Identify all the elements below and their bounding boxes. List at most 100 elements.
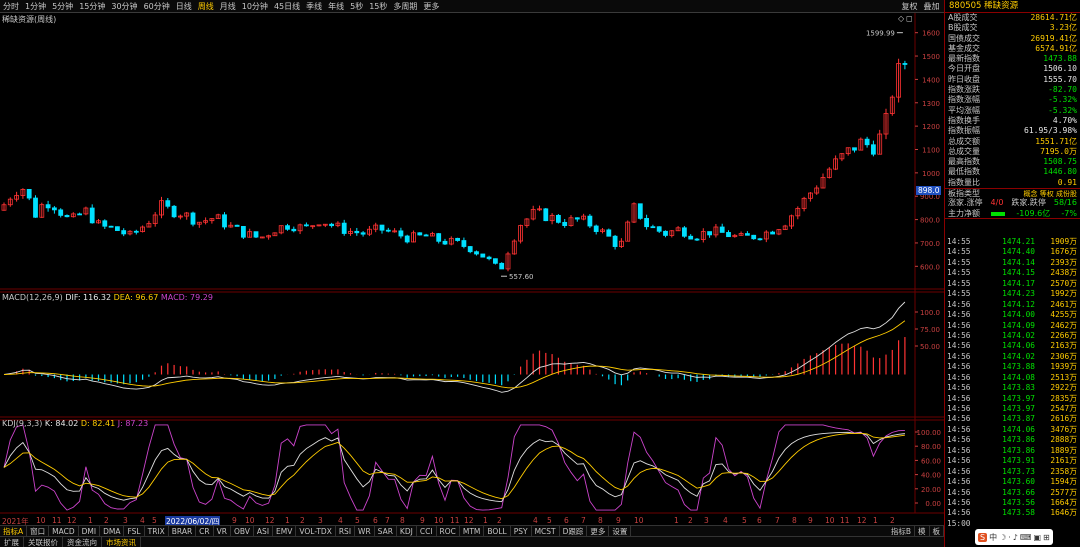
period-tab[interactable]: 年线 [325,0,347,13]
indicator-tab-right[interactable]: 指标B [888,526,915,536]
period-tab[interactable]: 周线 [195,0,217,13]
indicator-tab[interactable]: MACD [49,526,79,536]
tick-row[interactable]: 14:55 1474.14 2393万 [945,258,1080,268]
indicator-tab-right[interactable]: 模 [915,526,930,536]
candle-body [467,246,473,253]
indicator-tab[interactable]: D跟踪 [560,526,588,536]
indicator-tab[interactable]: VR [214,526,231,536]
indicator-tab[interactable]: TRIX [145,526,169,536]
tick-row[interactable]: 15:00 [945,519,1080,529]
price-axis-label: 1300 [922,100,940,108]
chart-settings-icon[interactable]: ◇ [898,14,904,23]
indicator-tab[interactable]: MCST [532,526,560,536]
tick-row[interactable]: 14:56 1474.09 2462万 [945,321,1080,331]
indicator-tab[interactable]: ASI [254,526,274,536]
price-axis-label: 800.0 [920,217,940,225]
period-tab[interactable]: 分时 [0,0,22,13]
indicator-tab[interactable]: MTM [460,526,485,536]
tick-row[interactable]: 14:56 1474.12 2461万 [945,300,1080,310]
period-tab[interactable]: 5分钟 [49,0,76,13]
tick-row[interactable]: 14:56 1474.06 3476万 [945,425,1080,435]
input-method-badge[interactable]: S 中 ☽ · ♪ ⌨ ▣ ⊞ [975,529,1053,545]
period-tab[interactable]: 1分钟 [22,0,49,13]
tick-row[interactable]: 14:56 1474.02 2266万 [945,331,1080,341]
info-tab[interactable]: 市场资讯 [102,537,141,547]
tick-row[interactable]: 14:56 1474.06 2163万 [945,341,1080,351]
quote-label: 平均涨幅 [948,105,980,115]
period-tab[interactable]: 45日线 [271,0,303,13]
chart-area[interactable]: 1600 1500 1400 1300 1200 1100 1000 900.0 800.0 70… [0,13,944,514]
tick-price: 1473.60 [1002,477,1035,487]
tick-volume: 1909万 [1050,237,1077,246]
period-tab[interactable]: 60分钟 [141,0,173,13]
toolbar-action[interactable]: 叠加 [921,0,943,13]
price-axis-label: 1000 [922,170,940,178]
tick-row[interactable]: 14:56 1473.60 1594万 [945,477,1080,487]
indicator-tab[interactable]: 设置 [609,526,632,536]
indicator-tab[interactable]: BRAR [169,526,197,536]
tick-row[interactable]: 14:56 1473.86 1889万 [945,446,1080,456]
indicator-tab[interactable]: OBV [231,526,254,536]
tick-time: 14:55 [947,268,971,278]
indicator-tab[interactable]: 更多 [587,526,610,536]
tick-row[interactable]: 14:56 1474.08 2513万 [945,373,1080,383]
indicator-tab[interactable]: PSY [511,526,532,536]
indicator-tab[interactable]: RSI [336,526,356,536]
tick-row[interactable]: 14:56 1473.97 2547万 [945,404,1080,414]
tick-row[interactable]: 14:56 1473.88 1939万 [945,362,1080,372]
tick-row[interactable]: 14:55 1474.17 2570万 [945,279,1080,289]
indicator-tab[interactable]: DMA [100,526,125,536]
tick-list[interactable]: 14:55 1474.21 1909万 14:55 1474.40 1676万 14:55 1… [945,237,1080,529]
indicator-tab[interactable]: 指标A [0,526,28,536]
period-tab[interactable]: 日线 [173,0,195,13]
indicator-tab[interactable]: CR [196,526,214,536]
period-tab[interactable]: 30分钟 [108,0,140,13]
period-tab[interactable]: 季线 [303,0,325,13]
period-tab[interactable]: 10分钟 [239,0,271,13]
indicator-tab[interactable]: 窗口 [27,526,50,536]
tick-row[interactable]: 14:56 1473.66 2577万 [945,488,1080,498]
tick-row[interactable]: 14:55 1474.21 1909万 [945,237,1080,247]
indicator-tab[interactable]: FSL [124,526,145,536]
candle-body [102,220,108,227]
time-axis-label: 7 [581,516,586,525]
kline-chart[interactable]: 1600150014001300120011001000900.0800.070… [0,13,944,516]
tick-row[interactable]: 14:55 1474.40 1676万 [945,247,1080,257]
period-tab[interactable]: 5秒 [347,0,366,13]
indicator-tab[interactable]: VOL-TDX [296,526,336,536]
tick-row[interactable]: 14:55 1474.23 1992万 [945,289,1080,299]
period-tab[interactable]: 15秒 [366,0,390,13]
toolbar-action[interactable]: 复权 [899,0,921,13]
tick-row[interactable]: 14:56 1473.56 1664万 [945,498,1080,508]
period-tab[interactable]: 更多 [420,0,442,13]
class-links[interactable]: 概念 等权 成份股 [1024,189,1077,198]
indicator-tab[interactable]: EMV [273,526,297,536]
indicator-tab[interactable]: SAR [375,526,397,536]
tick-row[interactable]: 14:56 1473.58 1646万 [945,508,1080,518]
tick-row[interactable]: 14:56 1473.73 2358万 [945,467,1080,477]
period-tab[interactable]: 15分钟 [76,0,108,13]
indicator-tab[interactable]: DMI [79,526,101,536]
period-tab[interactable]: 月线 [217,0,239,13]
indicator-tab[interactable]: WR [355,526,375,536]
quote-label: 指数换手 [948,115,980,125]
tick-row[interactable]: 14:55 1474.15 2438万 [945,268,1080,278]
chart-expand-icon[interactable]: ◻ [906,14,913,23]
tick-row[interactable]: 14:56 1473.86 2888万 [945,435,1080,445]
tick-row[interactable]: 14:56 1473.83 2922万 [945,383,1080,393]
tick-row[interactable]: 14:56 1473.97 2835万 [945,394,1080,404]
tick-row[interactable]: 14:56 1473.87 2616万 [945,414,1080,424]
indicator-tab[interactable]: ROC [437,526,460,536]
indicator-tab[interactable]: CCI [417,526,437,536]
info-tab[interactable]: 资金流向 [63,537,102,547]
period-tab[interactable]: 多周期 [390,0,420,13]
tick-row[interactable]: 14:56 1473.91 2161万 [945,456,1080,466]
tick-row[interactable]: 14:56 1474.00 4255万 [945,310,1080,320]
indicator-tab-right[interactable]: 板 [930,526,944,536]
info-tab[interactable]: 扩展 [0,537,24,547]
info-tab[interactable]: 关联报价 [24,537,63,547]
tick-row[interactable]: 14:56 1474.02 2306万 [945,352,1080,362]
price-axis-label: 1500 [922,53,940,61]
indicator-tab[interactable]: BOLL [484,526,511,536]
indicator-tab[interactable]: KDJ [397,526,417,536]
